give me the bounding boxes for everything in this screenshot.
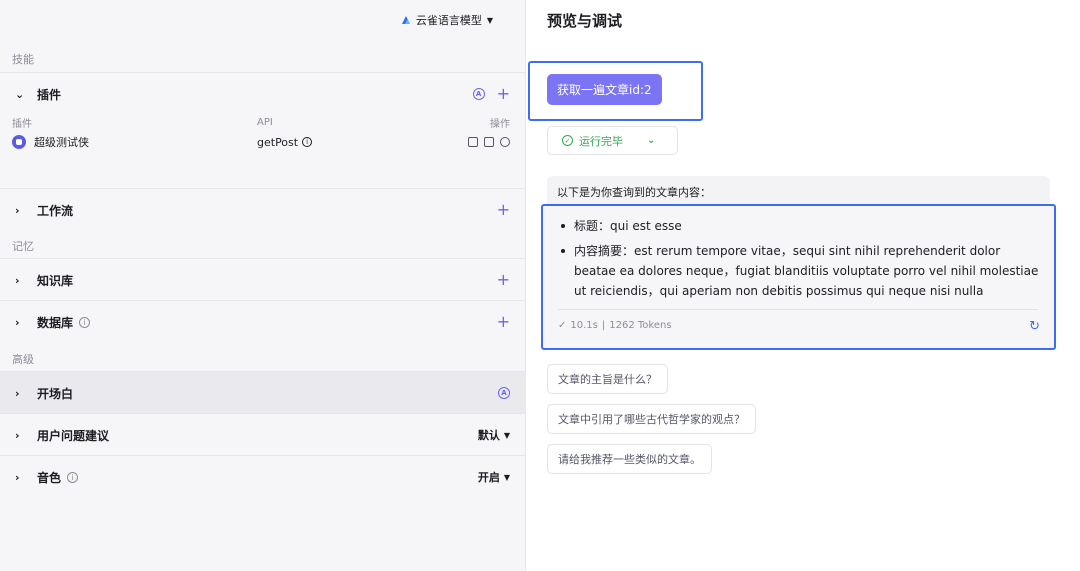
database-section: › 数据库 i + [0, 300, 526, 342]
answer-intro: 以下是为你查询到的文章内容： [547, 176, 1050, 204]
suggestions-section: › 用户问题建议 默认 ▼ [0, 413, 526, 455]
bot-config-panel: 云雀语言模型 ▼ 技能 ⌄ 插件 A + 插件 API 操作 超级测试侠 get… [0, 0, 526, 571]
copy-icon[interactable] [468, 137, 478, 147]
meta-separator: | [601, 320, 606, 331]
chevron-right-icon: › [15, 203, 20, 217]
answer-tokens: 1262 Tokens [609, 320, 672, 331]
top-bar: 云雀语言模型 ▼ [0, 0, 525, 40]
voice-section: › 音色 i 开启 ▼ [0, 455, 526, 497]
knowledge-section: › 知识库 + [0, 258, 526, 300]
suggested-question[interactable]: 请给我推荐一些类似的文章。 [547, 444, 712, 474]
caret-down-icon: ▼ [503, 472, 510, 482]
caret-down-icon: ▼ [486, 15, 493, 25]
model-logo-icon [401, 16, 410, 24]
preview-debug-panel: 预览与调试 获取一遍文章id:2 ✓ 运行完毕 ⌄ 以下是为你查询到的文章内容：… [527, 0, 1080, 571]
answer-list: 标题：qui est esse 内容摘要：est rerum tempore v… [558, 216, 1043, 306]
voice-dropdown[interactable]: 开启 ▼ [478, 469, 510, 485]
voice-header[interactable]: › 音色 i 开启 ▼ [0, 456, 526, 498]
chevron-down-icon: ⌄ [15, 87, 25, 101]
refresh-icon[interactable]: ↻ [1029, 319, 1040, 334]
check-icon: ✓ [558, 320, 567, 331]
auto-icon[interactable]: A [498, 387, 510, 399]
workflow-title: 工作流 [37, 203, 74, 218]
answer-meta: ✓ 10.1s | 1262 Tokens [558, 320, 672, 331]
model-selector-label: 云雀语言模型 [415, 14, 482, 27]
workflow-section: › 工作流 + [0, 188, 526, 230]
plugins-section: ⌄ 插件 A + 插件 API 操作 超级测试侠 getPost i [0, 72, 526, 188]
plugin-avatar [12, 135, 26, 149]
chevron-right-icon: › [15, 470, 20, 484]
chevron-down-icon: ⌄ [647, 135, 656, 146]
list-item: 内容摘要：est rerum tempore vitae，sequi sint … [558, 241, 1043, 301]
image-icon[interactable] [484, 137, 494, 147]
add-workflow-icon[interactable]: + [497, 202, 510, 218]
plugin-table: 插件 API 操作 超级测试侠 getPost i [0, 115, 526, 155]
auto-icon[interactable]: A [472, 88, 485, 100]
remove-icon[interactable] [500, 137, 510, 147]
column-api: API [257, 116, 273, 128]
add-knowledge-icon[interactable]: + [497, 272, 510, 288]
chevron-right-icon: › [15, 428, 20, 442]
divider [558, 309, 1038, 310]
plugins-title: 插件 [37, 87, 62, 102]
answer-card: 标题：qui est esse 内容摘要：est rerum tempore v… [541, 204, 1056, 350]
caret-down-icon: ▼ [503, 430, 510, 440]
suggestions-title: 用户问题建议 [37, 428, 110, 443]
opening-title: 开场白 [37, 386, 74, 401]
suggestions-value: 默认 [477, 429, 500, 442]
chevron-right-icon: › [15, 386, 20, 400]
plugins-header[interactable]: ⌄ 插件 A + [0, 73, 526, 115]
table-row: 超级测试侠 getPost i [12, 129, 510, 155]
knowledge-header[interactable]: › 知识库 + [0, 259, 526, 301]
group-label-advanced: 高级 [12, 353, 34, 366]
voice-value: 开启 [477, 471, 500, 484]
group-label-memory: 记忆 [12, 240, 34, 253]
answer-duration: 10.1s [570, 320, 598, 331]
column-ops: 操作 [490, 118, 510, 130]
add-plugin-icon[interactable]: + [497, 86, 510, 102]
check-circle-icon: ✓ [562, 135, 573, 146]
workflow-header[interactable]: › 工作流 + [0, 189, 526, 231]
model-selector[interactable]: 云雀语言模型 ▼ [401, 12, 493, 28]
info-icon[interactable]: i [79, 316, 91, 328]
plugin-api: getPost [257, 135, 299, 149]
chevron-right-icon: › [15, 315, 20, 329]
info-icon[interactable]: i [302, 137, 313, 147]
suggested-question[interactable]: 文章中引用了哪些古代哲学家的观点？ [547, 404, 756, 434]
opening-section: › 开场白 A [0, 371, 526, 413]
plugin-table-header: 插件 API 操作 [12, 115, 510, 130]
suggestions-header[interactable]: › 用户问题建议 默认 ▼ [0, 414, 526, 456]
database-title: 数据库 [37, 315, 74, 330]
user-message: 获取一遍文章id:2 [547, 74, 662, 105]
opening-header[interactable]: › 开场白 A [0, 372, 526, 414]
suggested-question[interactable]: 文章的主旨是什么？ [547, 364, 668, 394]
chevron-right-icon: › [15, 273, 20, 287]
run-status-label: 运行完毕 [579, 134, 623, 148]
knowledge-title: 知识库 [37, 273, 74, 288]
plugin-name: 超级测试侠 [34, 136, 89, 149]
database-header[interactable]: › 数据库 i + [0, 301, 526, 343]
group-label-skills: 技能 [12, 53, 34, 66]
add-database-icon[interactable]: + [497, 314, 510, 330]
suggestions-dropdown[interactable]: 默认 ▼ [478, 427, 510, 443]
run-status-toggle[interactable]: ✓ 运行完毕 ⌄ [547, 126, 678, 155]
column-plugin: 插件 [12, 118, 32, 130]
page-title: 预览与调试 [547, 12, 623, 30]
info-icon[interactable]: i [67, 471, 79, 483]
list-item: 标题：qui est esse [558, 216, 1043, 236]
voice-title: 音色 [37, 470, 62, 485]
